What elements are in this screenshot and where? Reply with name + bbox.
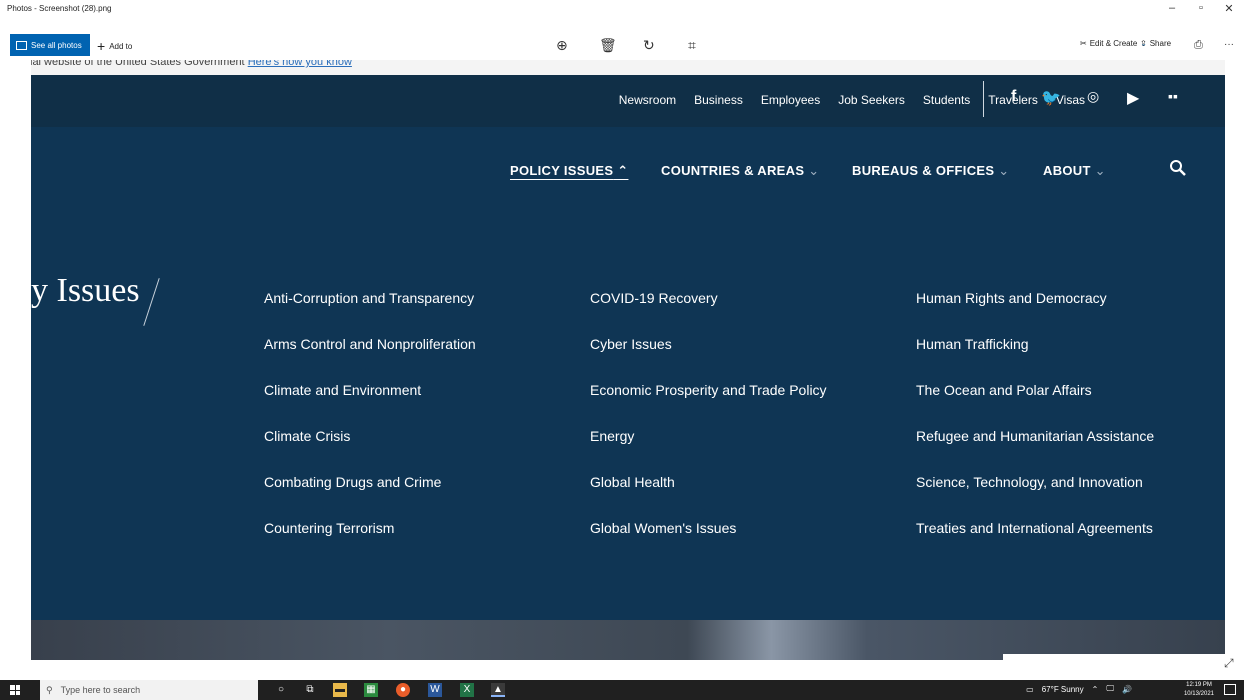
file-explorer-icon[interactable]: ▬	[333, 683, 347, 697]
issue-link[interactable]: Treaties and International Agreements	[916, 520, 1154, 566]
magnifier-icon: ⚲	[46, 684, 53, 695]
more-options-button[interactable]: ···	[1224, 39, 1234, 50]
nav-policy-issues-label: POLICY ISSUES	[510, 163, 614, 178]
issues-column-2: COVID-19 Recovery Cyber Issues Economic …	[590, 290, 827, 566]
scissors-icon: ✂	[1080, 39, 1087, 48]
utility-link-students[interactable]: Students	[923, 93, 970, 107]
see-all-photos-label: See all photos	[31, 40, 82, 50]
nav-bureaus-offices-label: BUREAUS & OFFICES	[852, 163, 995, 178]
excel-icon[interactable]: X	[460, 683, 474, 697]
flickr-icon[interactable]: ▪▪	[1168, 88, 1178, 104]
add-to-button[interactable]: + Add to	[97, 38, 132, 54]
utility-bar: Newsroom Business Employees Job Seekers …	[31, 75, 1225, 127]
search-icon[interactable]	[1169, 159, 1187, 177]
utility-link-job-seekers[interactable]: Job Seekers	[838, 93, 905, 107]
issue-link[interactable]: Human Rights and Democracy	[916, 290, 1154, 336]
notification-icon[interactable]	[1224, 684, 1236, 695]
nav-countries-areas[interactable]: COUNTRIES & AREAS ⌄	[661, 163, 819, 179]
issue-link[interactable]: Climate Crisis	[264, 428, 476, 474]
nav-about[interactable]: ABOUT ⌄	[1043, 163, 1106, 179]
twitter-icon[interactable]: 🐦	[1041, 88, 1061, 108]
utility-link-newsroom[interactable]: Newsroom	[619, 93, 676, 107]
issue-link[interactable]: Science, Technology, and Innovation	[916, 474, 1154, 520]
window-title: Photos - Screenshot (28).png	[7, 4, 112, 13]
youtube-icon[interactable]: ▶	[1127, 88, 1139, 108]
clock-date: 10/13/2021	[1183, 691, 1214, 697]
expand-icon[interactable]: ⤢	[1224, 656, 1234, 671]
issue-link[interactable]: Human Trafficking	[916, 336, 1154, 382]
add-to-label: Add to	[109, 41, 133, 51]
weather-text[interactable]: 67°F Sunny	[1042, 685, 1084, 694]
issue-link[interactable]: Climate and Environment	[264, 382, 476, 428]
photos-app-icon[interactable]: ▲	[491, 683, 505, 697]
nav-countries-areas-label: COUNTRIES & AREAS	[661, 163, 805, 178]
chrome-icon[interactable]: ●	[396, 683, 410, 697]
issue-link[interactable]: Refugee and Humanitarian Assistance	[916, 428, 1154, 474]
policy-issues-dropdown: y Issues Anti-Corruption and Transparenc…	[31, 207, 1225, 620]
issues-column-3: Human Rights and Democracy Human Traffic…	[916, 290, 1154, 566]
weather-icon: ▭	[1026, 684, 1034, 694]
nav-bureaus-offices[interactable]: BUREAUS & OFFICES ⌄	[852, 163, 1009, 179]
zoom-icon[interactable]: ⊕	[556, 37, 568, 54]
title-separator	[143, 278, 160, 326]
minimize-button[interactable]: –	[1162, 2, 1182, 14]
cortana-icon[interactable]: ○	[274, 683, 288, 697]
see-all-photos-button[interactable]: See all photos	[10, 34, 90, 56]
nav-divider	[983, 81, 984, 117]
issue-link[interactable]: Countering Terrorism	[264, 520, 476, 566]
nav-policy-issues[interactable]: POLICY ISSUES ⌃	[510, 163, 628, 179]
crop-icon[interactable]: ⌗	[688, 37, 696, 54]
gov-banner-text: ial website of the United States Governm…	[31, 60, 245, 68]
system-tray: ▭ 67°F Sunny ⌃ 🖵 🔊	[1026, 684, 1132, 694]
delete-icon[interactable]: 🗑	[599, 37, 617, 54]
issue-link[interactable]: Global Women's Issues	[590, 520, 827, 566]
word-icon[interactable]: W	[428, 683, 442, 697]
facebook-icon[interactable]: f	[1011, 88, 1016, 106]
taskbar-search-placeholder: Type here to search	[60, 685, 141, 695]
share-icon: ⇪	[1140, 39, 1147, 48]
clock-time: 12:19 PM	[1186, 682, 1212, 688]
instagram-icon[interactable]: ◎	[1087, 88, 1099, 105]
calculator-icon[interactable]: ▦	[364, 683, 378, 697]
nav-about-label: ABOUT	[1043, 163, 1091, 178]
issue-link[interactable]: Anti-Corruption and Transparency	[264, 290, 476, 336]
share-label: Share	[1149, 39, 1172, 48]
plus-icon: +	[97, 38, 106, 54]
app-title-bar: Photos - Screenshot (28).png – ▫ ✕	[0, 0, 1244, 30]
task-view-icon[interactable]: ⧉	[303, 683, 317, 697]
share-button[interactable]: ⇪ Share	[1140, 39, 1171, 48]
heres-how-link[interactable]: Here's how you know	[248, 60, 352, 68]
edit-create-label: Edit & Create	[1089, 39, 1138, 48]
section-title: y Issues	[31, 272, 140, 309]
gov-banner: ial website of the United States Governm…	[31, 60, 1225, 75]
chevron-up-icon[interactable]: ⌃	[1092, 685, 1099, 694]
taskbar-search-input[interactable]: ⚲ Type here to search	[40, 680, 258, 700]
maximize-button[interactable]: ▫	[1191, 2, 1211, 14]
issue-link[interactable]: Energy	[590, 428, 827, 474]
close-button[interactable]: ✕	[1219, 2, 1239, 15]
photos-toolbar: See all photos + Add to ⊕ 🗑 ↻ ⌗ ✂ Edit &…	[0, 30, 1244, 60]
issue-link[interactable]: COVID-19 Recovery	[590, 290, 827, 336]
hero-overlay	[1003, 654, 1225, 660]
taskbar-clock[interactable]: 12:19 PM 10/13/2021	[1184, 681, 1214, 699]
issue-link[interactable]: Cyber Issues	[590, 336, 827, 382]
issue-link[interactable]: Global Health	[590, 474, 827, 520]
issue-link[interactable]: Arms Control and Nonproliferation	[264, 336, 476, 382]
issue-link[interactable]: Combating Drugs and Crime	[264, 474, 476, 520]
main-navigation: POLICY ISSUES ⌃ COUNTRIES & AREAS ⌄ BURE…	[31, 127, 1225, 207]
volume-icon[interactable]: 🔊	[1122, 685, 1132, 694]
screenshot-content: ial website of the United States Governm…	[31, 60, 1225, 660]
network-icon[interactable]: 🖵	[1106, 684, 1114, 694]
utility-link-employees[interactable]: Employees	[761, 93, 820, 107]
utility-link-business[interactable]: Business	[694, 93, 743, 107]
windows-start-icon[interactable]	[10, 685, 20, 695]
windows-taskbar: ⚲ Type here to search ○ ⧉ ▬ ▦ ● W X ▲ ▭ …	[0, 680, 1244, 700]
issue-link[interactable]: Economic Prosperity and Trade Policy	[590, 382, 827, 428]
rotate-icon[interactable]: ↻	[643, 37, 655, 54]
edit-create-button[interactable]: ✂ Edit & Create ⌄	[1080, 39, 1147, 48]
issues-column-1: Anti-Corruption and Transparency Arms Co…	[264, 290, 476, 566]
photo-icon	[16, 40, 27, 50]
print-icon[interactable]: ⎙	[1194, 39, 1203, 52]
issue-link[interactable]: The Ocean and Polar Affairs	[916, 382, 1154, 428]
